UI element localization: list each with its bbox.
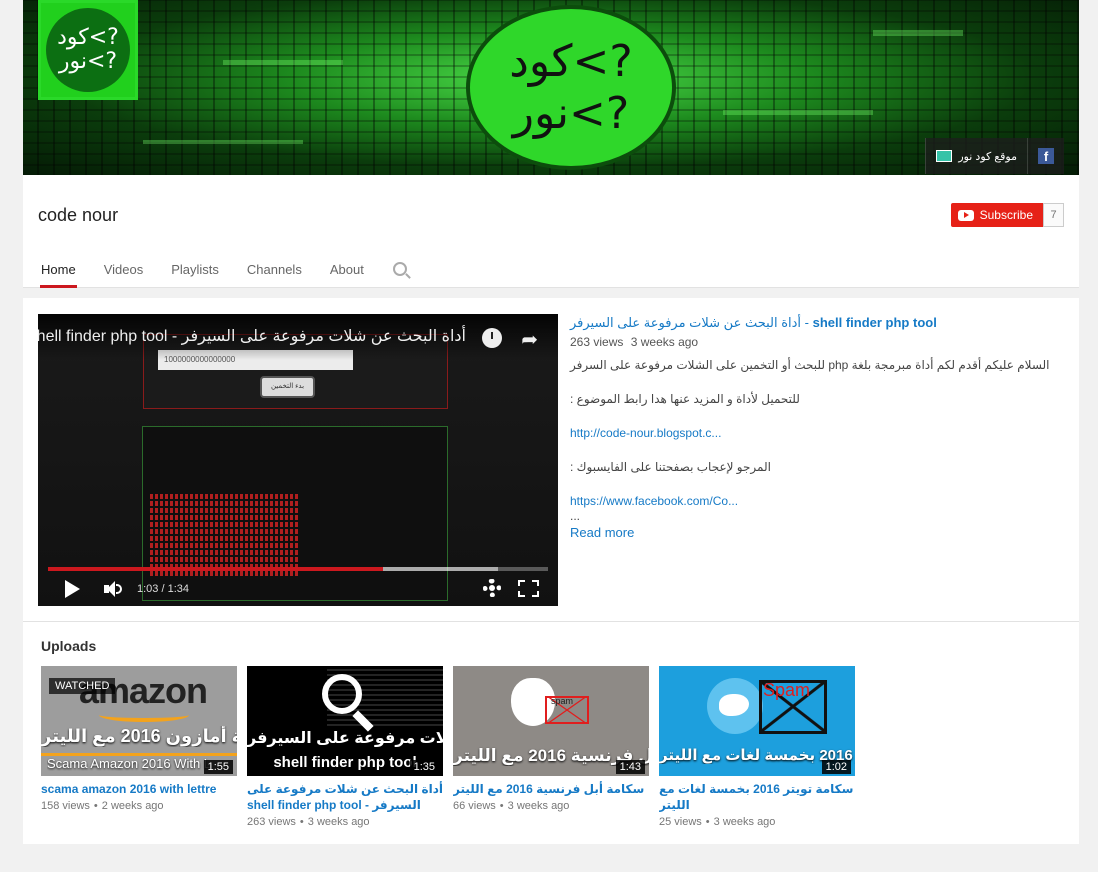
channel-home-content: 1000000000000000 بدء التخمين shell finde… — [23, 298, 1079, 844]
clock-icon[interactable] — [482, 328, 502, 348]
play-icon[interactable] — [65, 580, 80, 598]
share-icon[interactable]: ➦ — [521, 327, 538, 352]
video-item[interactable]: Spam سكامة تويتر 2016 بخمسة لغات مع اللي… — [659, 666, 855, 828]
gear-icon[interactable] — [483, 579, 501, 597]
video-item[interactable]: amazon سكامة أمازون 2016 مع الليتر Scama… — [41, 666, 237, 828]
time-display: 1:03 / 1:34 — [137, 583, 189, 595]
video-title[interactable]: سكامة تويتر 2016 بخمسة لغات مع الليتر — [659, 781, 855, 813]
subscribe-button[interactable]: Subscribe — [950, 203, 1043, 227]
description-link-blog[interactable]: http://code-nour.blogspot.c... — [570, 426, 721, 440]
video-duration: 1:43 — [615, 760, 645, 774]
section-divider — [23, 621, 1079, 622]
channel-title[interactable]: code nour — [38, 205, 118, 226]
channel-avatar[interactable]: كود<? نور<? — [38, 0, 138, 100]
video-thumbnail[interactable]: Spam سكامة تويتر 2016 بخمسة لغات مع اللي… — [659, 666, 855, 776]
channel-banner: كود<? نور<? موقع كود نور f — [23, 0, 1079, 175]
video-thumbnail[interactable]: amazon سكامة أمازون 2016 مع الليتر Scama… — [41, 666, 237, 776]
tab-channels[interactable]: Channels — [246, 259, 303, 288]
banner-links: موقع كود نور f — [925, 138, 1064, 174]
video-duration: 1:55 — [203, 760, 233, 774]
search-icon[interactable] — [392, 262, 407, 276]
player-title[interactable]: shell finder php tool - أداة البحث عن شل… — [38, 314, 558, 360]
video-item[interactable]: spam سكامة أبل فرنسية 2016 مع الليتر 1:4… — [453, 666, 649, 828]
description-link-facebook[interactable]: https://www.facebook.com/Co... — [570, 494, 738, 508]
site-icon — [936, 150, 953, 162]
featured-video-player[interactable]: 1000000000000000 بدء التخمين shell finde… — [38, 314, 558, 606]
tab-videos[interactable]: Videos — [103, 259, 145, 288]
magnifier-icon — [322, 674, 362, 714]
video-title[interactable]: سكامة أبل فرنسية 2016 مع الليتر — [453, 781, 649, 797]
banner-facebook-link[interactable]: f — [1027, 138, 1064, 174]
featured-video-title[interactable]: أداة البحث عن شلات مرفوعة على السيرفر - … — [570, 314, 1060, 332]
progress-bar[interactable] — [48, 567, 548, 571]
video-thumbnail[interactable]: spam سكامة أبل فرنسية 2016 مع الليتر 1:4… — [453, 666, 649, 776]
watched-badge: WATCHED — [49, 678, 116, 694]
tab-home[interactable]: Home — [40, 259, 77, 288]
tab-playlists[interactable]: Playlists — [170, 259, 220, 288]
banner-logo: كود<? نور<? — [466, 5, 676, 170]
featured-video-description: السلام عليكم أقدم لكم أداة مبرمجة بلغة p… — [570, 358, 1050, 523]
channel-header: code nour Subscribe 7 Home Videos Playli… — [23, 175, 1079, 288]
video-meta: 66 views • 3 weeks ago — [453, 800, 570, 812]
video-meta: 25 views • 3 weeks ago — [659, 816, 776, 828]
uploads-shelf: amazon سكامة أمازون 2016 مع الليتر Scama… — [41, 666, 855, 828]
video-title[interactable]: scama amazon 2016 with lettre — [41, 781, 237, 797]
featured-video-info: أداة البحث عن شلات مرفوعة على السيرفر - … — [570, 314, 1060, 540]
tab-about[interactable]: About — [329, 259, 365, 288]
uploads-heading[interactable]: Uploads — [41, 638, 96, 654]
channel-tabs: Home Videos Playlists Channels About — [40, 259, 407, 288]
video-meta: 263 views • 3 weeks ago — [247, 816, 370, 828]
youtube-icon — [957, 209, 974, 221]
video-duration: 1:02 — [821, 760, 851, 774]
volume-icon[interactable] — [104, 580, 124, 598]
banner-site-link[interactable]: موقع كود نور — [925, 138, 1027, 174]
video-title[interactable]: أداة البحث عن شلات مرفوعة على السيرفر - … — [247, 781, 443, 813]
video-duration: 1:35 — [409, 760, 439, 774]
video-thumbnail[interactable]: أداة البحث عن شلات مرفوعة على السيرفر sh… — [247, 666, 443, 776]
subscriber-count: 7 — [1043, 203, 1064, 227]
twitter-icon — [707, 678, 763, 734]
facebook-icon: f — [1038, 148, 1054, 164]
video-meta: 158 views • 2 weeks ago — [41, 800, 164, 812]
fullscreen-icon[interactable] — [518, 580, 539, 597]
featured-video-meta: 263 views 3 weeks ago — [570, 335, 699, 349]
frame-button: بدء التخمين — [260, 376, 315, 398]
video-item[interactable]: أداة البحث عن شلات مرفوعة على السيرفر sh… — [247, 666, 443, 828]
read-more-link[interactable]: Read more — [570, 525, 1060, 540]
